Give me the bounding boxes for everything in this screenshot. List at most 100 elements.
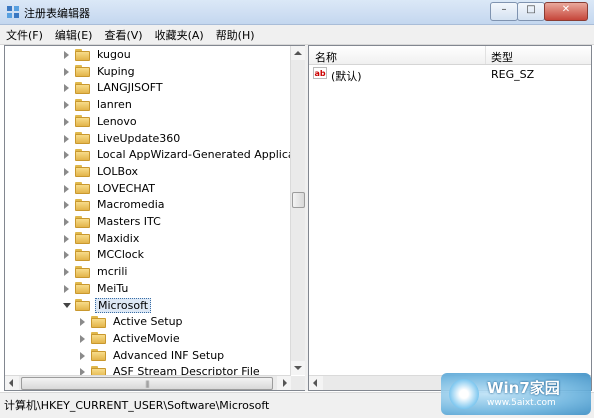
scroll-left-arrow-icon[interactable] [309,376,323,390]
tree-item-label: Local AppWizard-Generated Applications [97,148,291,162]
expand-arrow-icon[interactable] [63,200,70,210]
tree-item-label: kugou [97,48,131,61]
window-title: 注册表编辑器 [24,7,90,20]
expand-arrow-icon[interactable] [63,50,70,59]
tree-item[interactable]: kugou [63,46,133,63]
expand-arrow-icon[interactable] [63,100,70,110]
folder-icon [91,365,107,375]
folder-icon [75,282,91,295]
expand-arrow-icon[interactable] [79,367,86,375]
folder-icon [75,198,91,211]
menu-help[interactable]: 帮助(H) [210,25,261,44]
menu-view[interactable]: 查看(V) [98,25,148,44]
expand-arrow-icon[interactable] [63,217,70,226]
folder-icon [75,81,91,94]
value-row[interactable]: ab (默认) REG_SZ [309,66,591,83]
tree-item-label: Lenovo [97,114,137,128]
expand-arrow-icon[interactable] [63,167,70,176]
key-tree-pane[interactable]: kugou Kuping LANGJISOFT lanren Lenovo LiveUpd… [4,45,306,391]
folder-icon [75,299,91,311]
tree-item-label: Kuping [97,64,135,78]
tree-item[interactable]: Maxidix [63,230,141,247]
scroll-down-arrow-icon[interactable] [291,361,305,375]
tree-item[interactable]: ActiveMovie [79,330,182,347]
tree-item[interactable]: mcrili [63,263,129,280]
expand-arrow-icon[interactable] [63,83,70,93]
folder-icon [91,315,107,328]
watermark-title: Win7家园 [487,379,560,397]
maximize-button[interactable]: □ [517,2,545,21]
expand-arrow-icon[interactable] [63,234,70,243]
tree-item[interactable]: LANGJISOFT [63,79,165,96]
expand-arrow-icon[interactable] [79,351,86,360]
expand-arrow-icon[interactable] [63,67,70,76]
expand-arrow-icon[interactable] [79,334,86,343]
column-header-type[interactable]: 类型 [491,49,513,65]
folder-icon [75,115,91,128]
value-name: (默认) [331,70,362,83]
close-icon: ✕ [561,4,571,15]
value-list-pane[interactable]: 名称 类型 ab (默认) REG_SZ [308,45,592,391]
tree-item-label: LiveUpdate360 [97,131,181,145]
tree-item[interactable]: Masters ITC [63,213,163,230]
folder-icon [91,332,107,345]
tree-item-label: lanren [97,98,132,112]
tree-item[interactable]: Advanced INF Setup [79,347,226,364]
folder-icon [75,165,91,178]
tree-item[interactable]: LiveUpdate360 [63,130,182,147]
tree-item-label: ASF Stream Descriptor File [113,365,260,375]
expand-arrow-icon[interactable] [63,117,70,126]
folder-icon [75,248,91,261]
tree-item[interactable]: ASF Stream Descriptor File [79,363,262,375]
folder-icon [91,349,107,362]
tree-item[interactable]: Local AppWizard-Generated Applications [63,146,291,163]
key-path: 计算机\HKEY_CURRENT_USER\Software\Microsoft [4,399,270,412]
tree-vertical-scroll-thumb[interactable] [292,192,305,208]
expand-arrow-icon[interactable] [63,150,70,160]
tree-item-label: LOLBox [97,164,138,178]
menu-file[interactable]: 文件(F) [0,25,49,44]
key-tree: kugou Kuping LANGJISOFT lanren Lenovo LiveUpd… [5,46,291,375]
menu-bar: 文件(F) 编辑(E) 查看(V) 收藏夹(A) 帮助(H) [0,25,594,45]
tree-item[interactable]: Lenovo [63,113,139,130]
expand-arrow-icon[interactable] [63,134,70,143]
tree-item[interactable]: LOLBox [63,163,140,180]
tree-item[interactable]: LOVECHAT [63,180,157,197]
close-button[interactable]: ✕ [544,2,588,21]
tree-item-label: Microsoft [95,297,152,313]
tree-horizontal-scrollbar[interactable]: ||| [5,375,291,390]
column-separator[interactable] [485,46,486,64]
list-header: 名称 类型 [309,46,591,65]
minimize-button[interactable]: – [490,2,518,21]
column-header-name[interactable]: 名称 [315,49,337,65]
maximize-icon: □ [526,4,536,15]
tree-item[interactable]: Macromedia [63,196,167,213]
folder-icon [75,232,91,245]
registry-editor-icon [7,6,19,18]
expand-arrow-icon[interactable] [63,250,70,260]
expand-arrow-icon[interactable] [63,284,70,293]
title-bar: 注册表编辑器 – □ ✕ [0,0,594,25]
scroll-left-arrow-icon[interactable] [5,376,19,390]
expand-arrow-icon[interactable] [63,267,70,277]
value-type: REG_SZ [491,68,535,81]
tree-item[interactable]: Kuping [63,63,137,80]
scroll-up-arrow-icon[interactable] [291,46,305,60]
tree-item[interactable]: MCClock [63,246,146,263]
tree-item[interactable]: Microsoft [63,297,152,314]
menu-edit[interactable]: 编辑(E) [49,25,99,44]
menu-favorites[interactable]: 收藏夹(A) [149,25,210,44]
scroll-right-arrow-icon[interactable] [277,376,291,390]
tree-item-label: mcrili [97,265,128,279]
tree-item[interactable]: lanren [63,96,134,113]
folder-icon [75,148,91,161]
tree-horizontal-scroll-thumb[interactable]: ||| [21,377,273,390]
tree-item[interactable]: Active Setup [79,313,185,330]
tree-vertical-scrollbar[interactable] [290,46,305,375]
scroll-corner [291,376,305,390]
expand-arrow-icon[interactable] [79,317,86,327]
collapse-arrow-icon[interactable] [63,301,71,310]
tree-item[interactable]: MeiTu [63,280,130,297]
folder-icon [75,132,91,144]
expand-arrow-icon[interactable] [63,184,70,193]
